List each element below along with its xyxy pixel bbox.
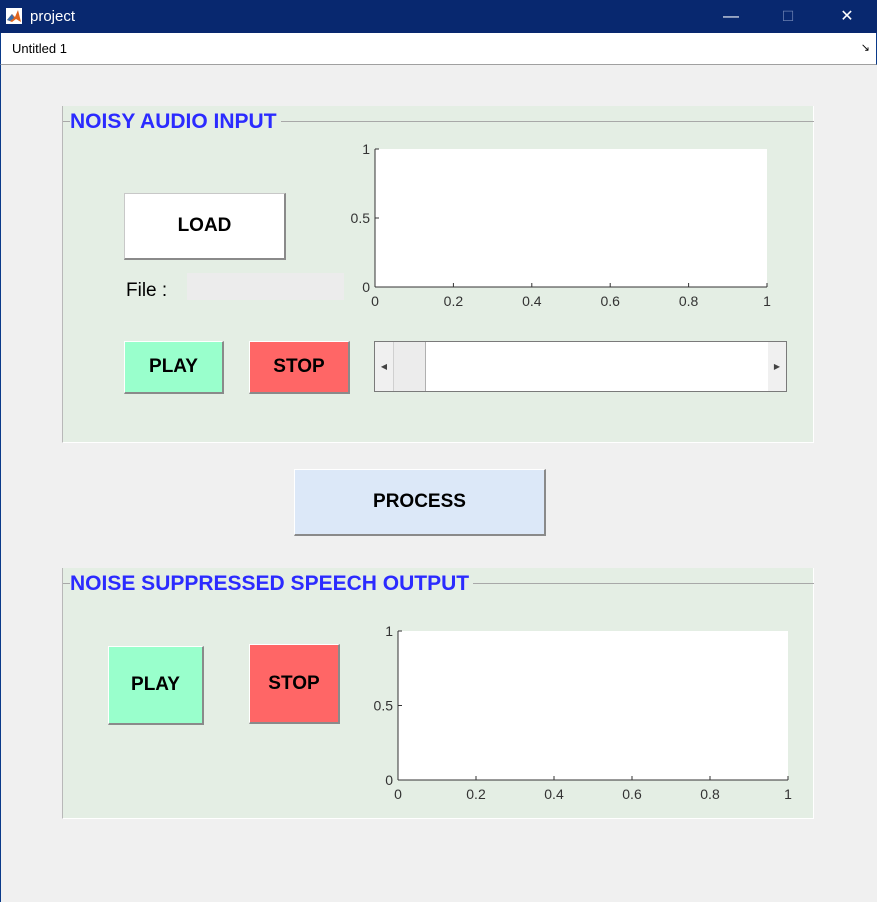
matlab-icon [6, 8, 22, 24]
input-stop-button[interactable]: STOP [249, 341, 350, 394]
file-label: File : [126, 280, 168, 301]
x-tick-label: 0 [371, 293, 379, 309]
plot-area [398, 631, 788, 780]
output-stop-button[interactable]: STOP [249, 644, 340, 724]
x-tick-label: 1 [784, 786, 792, 802]
x-tick-label: 0.2 [444, 293, 464, 309]
y-tick-label: 1 [385, 623, 393, 639]
input-waveform-axes: 0 0.2 0.4 0.6 0.8 1 0 0.5 1 [351, 141, 772, 309]
x-tick-label: 0.6 [622, 786, 642, 802]
x-tick-label: 0.2 [466, 786, 486, 802]
y-tick-label: 0.5 [374, 698, 394, 714]
x-tick-label: 0.8 [679, 293, 699, 309]
x-tick-label: 0 [394, 786, 402, 802]
x-tick-label: 0.4 [544, 786, 564, 802]
file-name-field [187, 273, 344, 300]
y-tick-label: 1 [362, 141, 370, 157]
x-tick-label: 1 [763, 293, 771, 309]
load-button[interactable]: LOAD [124, 193, 286, 260]
input-panel-title: NOISY AUDIO INPUT [70, 110, 281, 134]
x-tick-label: 0.8 [700, 786, 720, 802]
audio-position-slider[interactable]: ◀ ▶ [374, 341, 787, 392]
minimize-button[interactable]: — [708, 0, 754, 33]
x-tick-label: 0.4 [522, 293, 542, 309]
input-play-button[interactable]: PLAY [124, 341, 224, 394]
figure-tabbar: Untitled 1 ↘ [0, 33, 877, 65]
slider-right-arrow-icon[interactable]: ▶ [768, 342, 786, 391]
y-tick-label: 0.5 [351, 210, 371, 226]
plot-area [375, 149, 767, 287]
slider-thumb[interactable] [393, 342, 426, 391]
output-play-button[interactable]: PLAY [108, 646, 204, 725]
y-tick-label: 0 [362, 279, 370, 295]
output-waveform-axes: 0 0.2 0.4 0.6 0.8 1 0 0.5 1 [374, 623, 793, 802]
maximize-button[interactable]: ☐ [765, 0, 811, 33]
window-title: project [30, 8, 76, 25]
slider-left-arrow-icon[interactable]: ◀ [375, 342, 393, 391]
process-button[interactable]: PROCESS [294, 469, 546, 536]
window-titlebar: project — ☐ ✕ [0, 0, 877, 33]
y-tick-label: 0 [385, 772, 393, 788]
tab-untitled[interactable]: Untitled 1 [12, 41, 67, 56]
close-button[interactable]: ✕ [824, 0, 870, 33]
x-tick-label: 0.6 [600, 293, 620, 309]
dock-icon[interactable]: ↘ [861, 41, 870, 54]
output-panel-title: NOISE SUPPRESSED SPEECH OUTPUT [70, 572, 474, 596]
